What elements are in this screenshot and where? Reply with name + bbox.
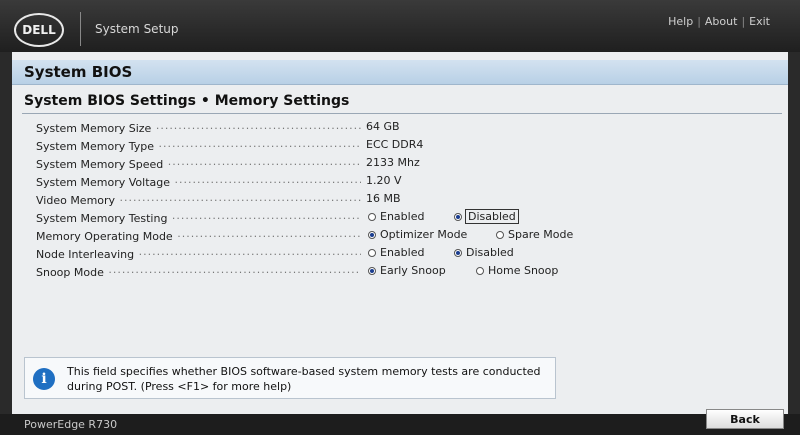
setting-row-memory-type: System Memory Type ECC DDR4	[12, 138, 788, 156]
radio-label: Enabled	[380, 210, 425, 223]
radio-optimizer-mode[interactable]: Optimizer Mode	[368, 228, 496, 241]
help-text: This field specifies whether BIOS softwa…	[67, 365, 541, 393]
radio-dot[interactable]	[368, 212, 376, 221]
radio-dot-selected[interactable]	[368, 266, 376, 275]
node-interleaving-radio-group: Enabled Disabled	[368, 246, 514, 259]
radio-enabled[interactable]: Enabled	[368, 246, 454, 259]
radio-dot-selected[interactable]	[454, 248, 462, 257]
setting-label: System Memory Size	[36, 122, 361, 135]
main-panel: System BIOS System BIOS Settings • Memor…	[12, 52, 788, 414]
setting-row-memory-voltage: System Memory Voltage 1.20 V	[12, 174, 788, 192]
page-title: System BIOS Settings • Memory Settings	[24, 93, 350, 109]
about-link[interactable]: About	[705, 15, 738, 28]
setting-label: Memory Operating Mode	[36, 230, 361, 243]
footer-bar: PowerEdge R730	[0, 414, 800, 435]
radio-early-snoop[interactable]: Early Snoop	[368, 264, 476, 277]
radio-dot[interactable]	[368, 248, 376, 257]
radio-enabled[interactable]: Enabled	[368, 210, 454, 223]
help-box: i This field specifies whether BIOS soft…	[24, 357, 556, 399]
setting-row-video-memory: Video Memory 16 MB	[12, 192, 788, 210]
setting-label: System Memory Voltage	[36, 176, 361, 189]
snoop-mode-radio-group: Early Snoop Home Snoop	[368, 264, 558, 277]
radio-label: Disabled	[465, 209, 519, 224]
top-links: Help | About | Exit	[668, 15, 770, 28]
radio-label: Disabled	[466, 246, 514, 259]
setting-label: Node Interleaving	[36, 248, 361, 261]
radio-label: Early Snoop	[380, 264, 446, 277]
back-button[interactable]: Back	[706, 409, 784, 429]
setting-value: ECC DDR4	[366, 138, 424, 151]
radio-home-snoop[interactable]: Home Snoop	[476, 264, 558, 277]
setting-row-snoop-mode: Snoop Mode Early Snoop Home Snoop	[12, 264, 788, 282]
setting-value: 2133 Mhz	[366, 156, 420, 169]
radio-disabled[interactable]: Disabled	[454, 209, 519, 224]
radio-spare-mode[interactable]: Spare Mode	[496, 228, 573, 241]
info-icon: i	[33, 368, 55, 390]
exit-link[interactable]: Exit	[749, 15, 770, 28]
section-header: System BIOS	[12, 60, 788, 85]
top-bar: DELL System Setup Help | About | Exit	[0, 0, 800, 52]
setting-row-operating-mode: Memory Operating Mode Optimizer Mode Spa…	[12, 228, 788, 246]
setting-value: 1.20 V	[366, 174, 402, 187]
title-divider	[22, 113, 782, 114]
link-separator: |	[697, 15, 701, 28]
radio-disabled[interactable]: Disabled	[454, 246, 514, 259]
setting-value: 16 MB	[366, 192, 401, 205]
memory-testing-radio-group: Enabled Disabled	[368, 209, 519, 224]
radio-label: Spare Mode	[508, 228, 574, 241]
radio-dot[interactable]	[496, 230, 504, 239]
radio-label: Home Snoop	[488, 264, 559, 277]
model-name: PowerEdge R730	[24, 418, 118, 431]
operating-mode-radio-group: Optimizer Mode Spare Mode	[368, 228, 573, 241]
radio-label: Optimizer Mode	[380, 228, 468, 241]
link-separator: |	[741, 15, 746, 28]
setting-label: Video Memory	[36, 194, 361, 207]
radio-dot-selected[interactable]	[368, 230, 376, 239]
setting-row-memory-speed: System Memory Speed 2133 Mhz	[12, 156, 788, 174]
setting-label: Snoop Mode	[36, 266, 361, 279]
setting-row-node-interleaving: Node Interleaving Enabled Disabled	[12, 246, 788, 264]
help-link[interactable]: Help	[668, 15, 693, 28]
setting-label: System Memory Testing	[36, 212, 361, 225]
setting-value: 64 GB	[366, 120, 400, 133]
section-title: System BIOS	[24, 63, 133, 81]
dell-logo: DELL	[14, 13, 64, 47]
radio-label: Enabled	[380, 246, 425, 259]
header-divider	[80, 12, 81, 46]
radio-dot[interactable]	[476, 266, 484, 275]
setting-label: System Memory Type	[36, 140, 361, 153]
setting-label: System Memory Speed	[36, 158, 361, 171]
app-title: System Setup	[95, 22, 179, 36]
setting-row-memory-size: System Memory Size 64 GB	[12, 120, 788, 138]
radio-dot-selected[interactable]	[454, 212, 462, 221]
setting-row-memory-testing: System Memory Testing Enabled Disabled	[12, 209, 788, 228]
